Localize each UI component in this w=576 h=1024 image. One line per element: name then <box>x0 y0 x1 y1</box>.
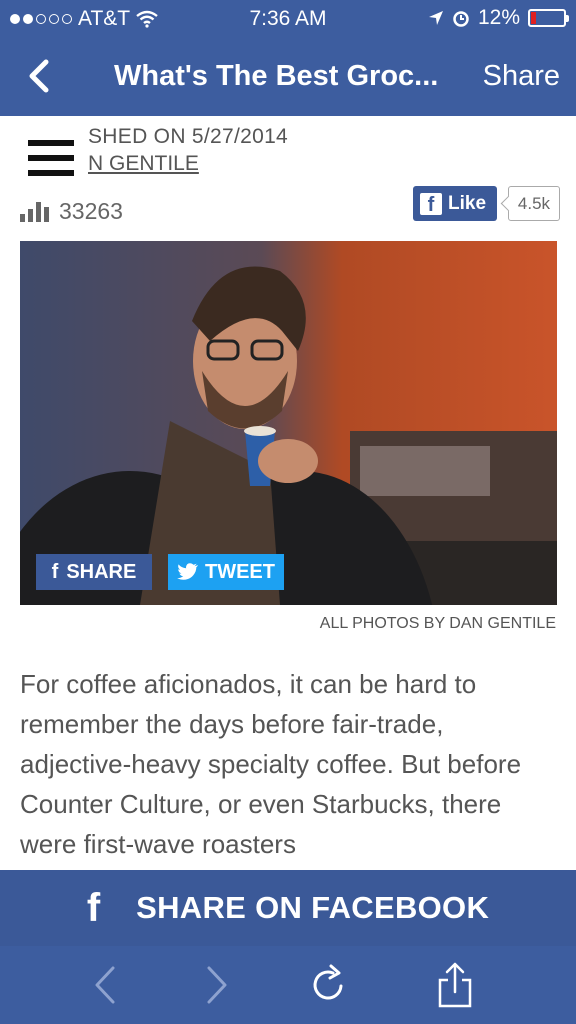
photo-credit: ALL PHOTOS BY DAN GENTILE <box>319 615 556 632</box>
stats-icon <box>20 201 49 222</box>
reload-icon[interactable] <box>305 962 351 1008</box>
view-count: 33263 <box>20 198 123 225</box>
photo-share-label: SHARE <box>66 560 137 583</box>
battery-icon <box>528 9 569 27</box>
share-on-facebook-label: SHARE ON FACEBOOK <box>136 890 490 925</box>
battery-percent: 12% <box>477 6 520 29</box>
facebook-icon: f <box>420 192 442 216</box>
like-button[interactable]: f Like <box>413 186 497 221</box>
twitter-bird-icon <box>177 563 198 580</box>
author-link[interactable]: N GENTILE <box>88 152 199 176</box>
like-count: 4.5k <box>508 186 560 221</box>
share-icon[interactable] <box>432 962 478 1008</box>
share-button[interactable]: Share <box>483 60 560 93</box>
status-right: 12% <box>428 6 569 30</box>
browser-toolbar <box>0 946 576 1024</box>
article-body: For coffee aficionados, it can be hard t… <box>20 669 522 859</box>
nav-bar: What's The Best Groc... Share <box>0 38 576 116</box>
article-photo <box>20 241 557 605</box>
photo-share-button[interactable]: f SHARE <box>36 554 152 590</box>
back-chevron-icon[interactable] <box>24 58 60 94</box>
facebook-icon: f <box>86 885 101 930</box>
alarm-icon <box>453 11 469 27</box>
page-title: What's The Best Groc... <box>114 60 439 92</box>
published-date: SHED ON 5/27/2014 <box>88 125 289 148</box>
view-count-value: 33263 <box>59 198 123 224</box>
status-bar: AT&T 7:36 AM 12% <box>0 0 576 38</box>
forward-arrow-icon[interactable] <box>193 962 239 1008</box>
menu-icon[interactable] <box>28 140 74 180</box>
facebook-icon: f <box>51 560 59 583</box>
location-icon <box>428 11 443 25</box>
top-bar: AT&T 7:36 AM 12% What's The Best Groc...… <box>0 0 576 116</box>
share-on-facebook-bar[interactable]: f SHARE ON FACEBOOK <box>0 870 576 946</box>
photo-tweet-label: TWEET <box>205 560 275 583</box>
back-arrow-icon[interactable] <box>83 962 129 1008</box>
photo-tweet-button[interactable]: TWEET <box>168 554 284 590</box>
like-label: Like <box>448 192 487 214</box>
